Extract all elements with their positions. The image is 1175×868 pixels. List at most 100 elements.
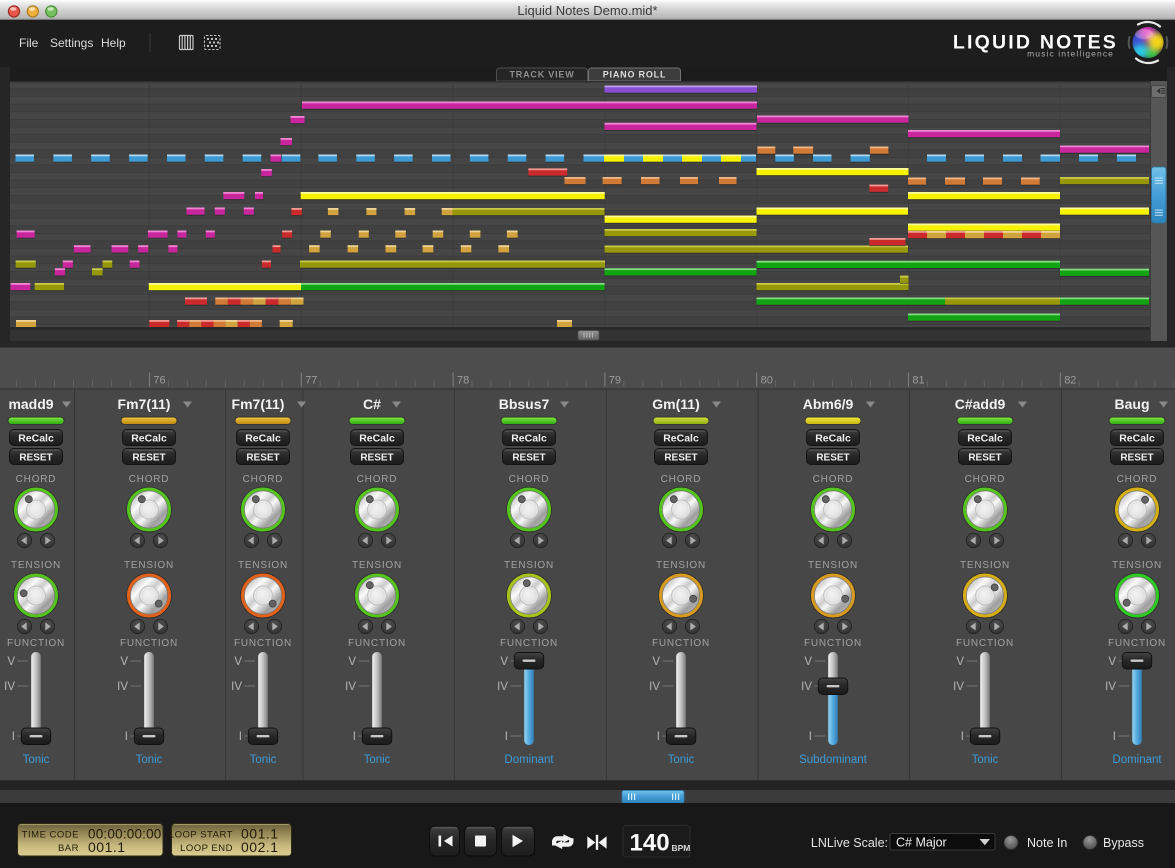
svg-text:TENSION: TENSION — [238, 560, 288, 571]
svg-text:I: I — [239, 731, 242, 743]
svg-text:Tonic: Tonic — [136, 754, 163, 766]
svg-text:ReCalc: ReCalc — [359, 433, 395, 445]
svg-text:File: File — [19, 36, 39, 50]
svg-text:I: I — [125, 731, 128, 743]
svg-text:CHORD: CHORD — [357, 474, 398, 485]
svg-text:Help: Help — [101, 36, 126, 50]
svg-text:FUNCTION: FUNCTION — [7, 638, 65, 649]
svg-text:RESET: RESET — [132, 453, 165, 464]
svg-text:V: V — [7, 656, 15, 668]
svg-text:V: V — [234, 656, 242, 668]
svg-text:CHORD: CHORD — [509, 474, 550, 485]
svg-text:76: 76 — [153, 375, 165, 387]
svg-text:FUNCTION: FUNCTION — [804, 638, 862, 649]
svg-text:81: 81 — [912, 375, 924, 387]
svg-text:Fm7(11): Fm7(11) — [232, 396, 285, 412]
svg-text:C# Major: C# Major — [896, 836, 947, 850]
svg-text:TENSION: TENSION — [352, 560, 402, 571]
svg-text:IV: IV — [801, 681, 812, 693]
svg-text:Tonic: Tonic — [972, 754, 999, 766]
svg-text:Baug: Baug — [1115, 396, 1150, 412]
svg-text:RESET: RESET — [1120, 453, 1153, 464]
svg-text:ReCalc: ReCalc — [511, 433, 547, 445]
svg-text:CHORD: CHORD — [243, 474, 284, 485]
svg-text:LOOP END: LOOP END — [180, 843, 233, 854]
svg-text:BAR: BAR — [58, 843, 79, 854]
svg-text:IV: IV — [497, 681, 508, 693]
svg-text:LNLive Scale:: LNLive Scale: — [811, 836, 888, 850]
svg-text:I: I — [505, 731, 508, 743]
svg-text:RESET: RESET — [512, 453, 545, 464]
svg-text:CHORD: CHORD — [661, 474, 702, 485]
svg-text:PIANO ROLL: PIANO ROLL — [603, 70, 667, 80]
svg-text:V: V — [652, 656, 660, 668]
svg-text:BPM: BPM — [672, 843, 691, 853]
svg-text:TENSION: TENSION — [11, 560, 61, 571]
svg-text:I: I — [1113, 731, 1116, 743]
svg-text:I: I — [353, 731, 356, 743]
svg-text:82: 82 — [1064, 375, 1076, 387]
svg-text:CHORD: CHORD — [16, 474, 57, 485]
svg-text:TENSION: TENSION — [960, 560, 1010, 571]
svg-text:79: 79 — [609, 375, 621, 387]
svg-text:CHORD: CHORD — [813, 474, 854, 485]
svg-text:I: I — [657, 731, 660, 743]
svg-text:RESET: RESET — [246, 453, 279, 464]
svg-text:ReCalc: ReCalc — [245, 433, 281, 445]
svg-text:IV: IV — [953, 681, 964, 693]
svg-text:Tonic: Tonic — [364, 754, 391, 766]
svg-text:C#: C# — [363, 396, 381, 412]
svg-text:Liquid Notes Demo.mid*: Liquid Notes Demo.mid* — [517, 3, 657, 18]
svg-text:Tonic: Tonic — [668, 754, 695, 766]
svg-text:RESET: RESET — [816, 453, 849, 464]
svg-text:ReCalc: ReCalc — [815, 433, 851, 445]
svg-text:80: 80 — [761, 375, 773, 387]
svg-text:Tonic: Tonic — [250, 754, 277, 766]
svg-text:Tonic: Tonic — [23, 754, 50, 766]
svg-text:FUNCTION: FUNCTION — [1108, 638, 1166, 649]
svg-text:Bypass: Bypass — [1103, 836, 1144, 850]
svg-text:FUNCTION: FUNCTION — [956, 638, 1014, 649]
svg-text:RESET: RESET — [664, 453, 697, 464]
svg-text:IV: IV — [649, 681, 660, 693]
svg-text:FUNCTION: FUNCTION — [120, 638, 178, 649]
svg-text:TENSION: TENSION — [504, 560, 554, 571]
svg-text:CHORD: CHORD — [1117, 474, 1158, 485]
svg-text:I: I — [12, 731, 15, 743]
svg-text:77: 77 — [305, 375, 317, 387]
svg-text:Abm6/9: Abm6/9 — [803, 396, 854, 412]
svg-text:TENSION: TENSION — [124, 560, 174, 571]
svg-text:001.1: 001.1 — [88, 839, 126, 855]
svg-text:Fm7(11): Fm7(11) — [118, 396, 171, 412]
svg-text:IV: IV — [345, 681, 356, 693]
svg-text:78: 78 — [457, 375, 469, 387]
svg-text:LOOP START: LOOP START — [169, 830, 233, 841]
svg-text:TRACK VIEW: TRACK VIEW — [510, 70, 575, 80]
svg-text:CHORD: CHORD — [129, 474, 170, 485]
svg-text:ReCalc: ReCalc — [1119, 433, 1155, 445]
svg-text:V: V — [804, 656, 812, 668]
svg-text:TENSION: TENSION — [808, 560, 858, 571]
svg-text:TENSION: TENSION — [1112, 560, 1162, 571]
svg-text:madd9: madd9 — [8, 396, 53, 412]
svg-text:002.1: 002.1 — [241, 839, 279, 855]
svg-text:ReCalc: ReCalc — [18, 433, 54, 445]
svg-text:CHORD: CHORD — [965, 474, 1006, 485]
svg-text:FUNCTION: FUNCTION — [652, 638, 710, 649]
svg-text:TIME CODE: TIME CODE — [22, 830, 79, 841]
svg-text:IV: IV — [1105, 681, 1116, 693]
svg-text:TENSION: TENSION — [656, 560, 706, 571]
svg-text:V: V — [1108, 656, 1116, 668]
svg-text:I: I — [961, 731, 964, 743]
svg-text:ReCalc: ReCalc — [967, 433, 1003, 445]
svg-text:FUNCTION: FUNCTION — [348, 638, 406, 649]
svg-text:FUNCTION: FUNCTION — [500, 638, 558, 649]
svg-text:V: V — [120, 656, 128, 668]
svg-text:V: V — [348, 656, 356, 668]
svg-text:IV: IV — [231, 681, 242, 693]
svg-text:Bbsus7: Bbsus7 — [499, 396, 550, 412]
svg-text:music intelligence: music intelligence — [1027, 49, 1114, 59]
svg-text:Note In: Note In — [1027, 836, 1067, 850]
svg-text:IV: IV — [117, 681, 128, 693]
svg-text:ReCalc: ReCalc — [131, 433, 167, 445]
